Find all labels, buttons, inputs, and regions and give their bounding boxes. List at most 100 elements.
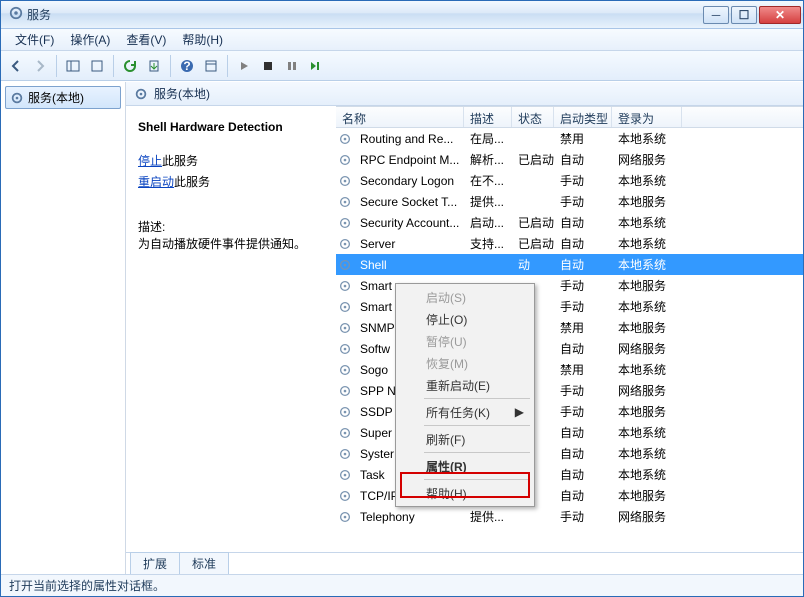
menu-file[interactable]: 文件(F) [7, 29, 62, 50]
gear-icon [134, 87, 148, 101]
column-headers: 名称 描述 状态 启动类型 登录为 [336, 106, 803, 128]
tree-node-services-local[interactable]: 服务(本地) [5, 86, 121, 109]
toolbar-separator [170, 55, 171, 77]
stop-button[interactable] [257, 55, 279, 77]
col-desc[interactable]: 描述 [464, 107, 512, 127]
right-header-label: 服务(本地) [154, 85, 210, 102]
gear-icon [336, 195, 354, 209]
service-row[interactable]: Secondary Logon在不...手动本地系统 [336, 170, 803, 191]
gear-icon [336, 321, 354, 335]
svc-logon: 本地系统 [612, 361, 682, 378]
svc-startup: 自动 [554, 151, 612, 168]
refresh-button[interactable] [119, 55, 141, 77]
export-button[interactable] [86, 55, 108, 77]
col-status[interactable]: 状态 [512, 107, 554, 127]
menu-help[interactable]: 帮助(H) [174, 29, 231, 50]
pause-button[interactable] [281, 55, 303, 77]
minimize-button[interactable]: ─ [703, 6, 729, 24]
svc-logon: 本地系统 [612, 445, 682, 462]
gear-icon [336, 489, 354, 503]
tree-node-label: 服务(本地) [28, 89, 84, 106]
restart-link[interactable]: 重启动 [138, 175, 174, 189]
ctx-pause[interactable]: 暂停(U) [398, 330, 532, 352]
svc-startup: 手动 [554, 382, 612, 399]
svc-logon: 本地系统 [612, 256, 682, 273]
forward-button[interactable] [29, 55, 51, 77]
back-button[interactable] [5, 55, 27, 77]
ctx-stop[interactable]: 停止(O) [398, 308, 532, 330]
svc-logon: 本地系统 [612, 235, 682, 252]
service-row[interactable]: Secure Socket T...提供...手动本地服务 [336, 191, 803, 212]
ctx-all-tasks[interactable]: 所有任务(K)▶ [398, 401, 532, 423]
maximize-button[interactable]: ☐ [731, 6, 757, 24]
close-button[interactable]: ✕ [759, 6, 801, 24]
col-logon[interactable]: 登录为 [612, 107, 682, 127]
svc-startup: 自动 [554, 214, 612, 231]
ctx-separator [424, 479, 530, 480]
status-bar: 打开当前选择的属性对话框。 [1, 574, 803, 596]
toolbar: ? [1, 51, 803, 81]
gear-icon [336, 279, 354, 293]
service-row[interactable]: Server支持...已启动自动本地系统 [336, 233, 803, 254]
svc-startup: 手动 [554, 193, 612, 210]
menu-view[interactable]: 查看(V) [118, 29, 174, 50]
ctx-restart[interactable]: 重新启动(E) [398, 374, 532, 396]
svc-desc: 在局... [464, 130, 512, 147]
service-row[interactable]: Security Account...启动...已启动自动本地系统 [336, 212, 803, 233]
ctx-start[interactable]: 启动(S) [398, 286, 532, 308]
show-hide-tree-button[interactable] [62, 55, 84, 77]
selected-service-name: Shell Hardware Detection [138, 120, 324, 134]
stop-suffix: 此服务 [162, 154, 198, 168]
svc-logon: 本地系统 [612, 424, 682, 441]
svc-startup: 禁用 [554, 361, 612, 378]
svc-name: Shell [354, 258, 464, 272]
right-header: 服务(本地) [126, 82, 803, 106]
ctx-resume[interactable]: 恢复(M) [398, 352, 532, 374]
stop-link[interactable]: 停止 [138, 154, 162, 168]
svc-logon: 本地服务 [612, 487, 682, 504]
gear-icon [336, 132, 354, 146]
col-name[interactable]: 名称 [336, 107, 464, 127]
detail-stop-row: 停止此服务 [138, 152, 324, 169]
menubar: 文件(F) 操作(A) 查看(V) 帮助(H) [1, 29, 803, 51]
service-row[interactable]: Routing and Re...在局...禁用本地系统 [336, 128, 803, 149]
service-row[interactable]: RPC Endpoint M...解析...已启动自动网络服务 [336, 149, 803, 170]
svc-logon: 本地服务 [612, 319, 682, 336]
gear-icon [336, 363, 354, 377]
svc-logon: 本地系统 [612, 214, 682, 231]
menu-action[interactable]: 操作(A) [62, 29, 118, 50]
ctx-properties[interactable]: 属性(R) [398, 455, 532, 477]
properties-button[interactable] [200, 55, 222, 77]
detail-restart-row: 重启动此服务 [138, 173, 324, 190]
svc-startup: 自动 [554, 424, 612, 441]
tab-standard[interactable]: 标准 [179, 552, 229, 574]
restart-button[interactable] [305, 55, 327, 77]
svc-name: Security Account... [354, 216, 464, 230]
svc-status: 已启动 [512, 151, 554, 168]
gear-icon [336, 300, 354, 314]
svg-text:?: ? [183, 59, 190, 73]
play-button[interactable] [233, 55, 255, 77]
svc-desc: 在不... [464, 172, 512, 189]
gear-icon [336, 153, 354, 167]
window-buttons: ─ ☐ ✕ [703, 6, 801, 24]
gear-icon [336, 426, 354, 440]
ctx-properties-label: 属性(R) [426, 458, 467, 475]
services-icon [9, 6, 23, 23]
export-list-button[interactable] [143, 55, 165, 77]
ctx-help[interactable]: 帮助(H) [398, 482, 532, 504]
svc-desc: 提供... [464, 508, 512, 525]
service-row[interactable]: Shell动自动本地系统 [336, 254, 803, 275]
help-button[interactable]: ? [176, 55, 198, 77]
svc-startup: 手动 [554, 508, 612, 525]
service-row[interactable]: Telephony提供...手动网络服务 [336, 506, 803, 527]
svc-name: Routing and Re... [354, 132, 464, 146]
gear-icon [10, 91, 24, 105]
tab-extended[interactable]: 扩展 [130, 552, 180, 574]
gear-icon [336, 258, 354, 272]
col-startup[interactable]: 启动类型 [554, 107, 612, 127]
desc-label: 描述: [138, 218, 324, 235]
svc-desc: 支持... [464, 235, 512, 252]
svc-desc: 提供... [464, 193, 512, 210]
ctx-refresh[interactable]: 刷新(F) [398, 428, 532, 450]
